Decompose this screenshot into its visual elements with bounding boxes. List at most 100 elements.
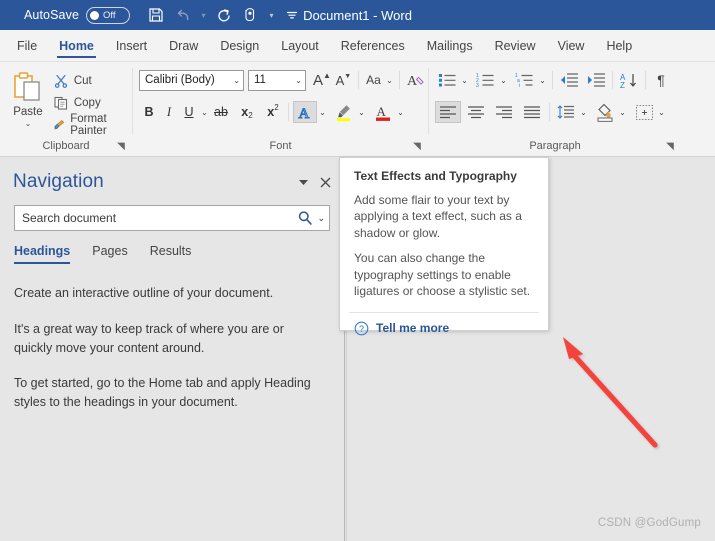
svg-text:3: 3 — [476, 83, 479, 88]
toolbar-divider — [357, 71, 359, 89]
font-color-button[interactable]: A — [371, 101, 395, 123]
italic-button[interactable]: I — [159, 101, 179, 123]
text-effects-button[interactable]: A — [293, 101, 317, 123]
text-effects-caret[interactable]: ⌄ — [317, 108, 328, 117]
tab-draw[interactable]: Draw — [158, 30, 209, 61]
tell-me-more-link[interactable]: ? Tell me more — [354, 321, 534, 336]
shading-caret[interactable]: ⌄ — [617, 108, 628, 117]
copy-button[interactable]: Copy — [50, 93, 132, 113]
touch-mode-icon[interactable] — [239, 3, 263, 27]
align-right-button[interactable] — [491, 101, 517, 123]
text-highlight-caret[interactable]: ⌄ — [356, 108, 367, 117]
align-left-button[interactable] — [435, 101, 461, 123]
underline-caret[interactable]: ⌄ — [199, 108, 210, 117]
clipboard-dialog-launcher[interactable]: ◥ — [115, 141, 127, 153]
increase-indent-button[interactable] — [584, 69, 608, 91]
decrease-indent-button[interactable] — [557, 69, 581, 91]
sort-button[interactable]: A Z — [617, 69, 641, 91]
borders-button[interactable] — [632, 101, 656, 123]
nav-tab-results[interactable]: Results — [150, 244, 192, 264]
tab-home[interactable]: Home — [48, 30, 105, 61]
tab-references[interactable]: References — [330, 30, 416, 61]
undo-icon[interactable] — [171, 3, 195, 27]
shading-button[interactable] — [593, 101, 617, 123]
tab-layout[interactable]: Layout — [270, 30, 330, 61]
search-document-field[interactable]: Search document ⌄ — [14, 205, 330, 231]
tab-mailings[interactable]: Mailings — [416, 30, 484, 61]
bullets-caret[interactable]: ⌄ — [459, 76, 470, 85]
nav-tab-pages[interactable]: Pages — [92, 244, 127, 264]
red-arrow-annotation — [552, 328, 672, 453]
save-icon[interactable] — [144, 3, 168, 27]
font-color-caret[interactable]: ⌄ — [395, 108, 406, 117]
change-case-caret[interactable]: ⌄ — [384, 76, 395, 85]
copy-icon — [54, 96, 67, 110]
chevron-down-icon[interactable]: ⌄ — [233, 76, 240, 85]
line-spacing-caret[interactable]: ⌄ — [578, 108, 589, 117]
superscript-button[interactable]: x2 — [262, 101, 284, 123]
clear-formatting-button[interactable]: A — [404, 69, 428, 91]
underline-button[interactable]: U — [179, 101, 199, 123]
tooltip-paragraph-2: You can also change the typography setti… — [354, 251, 531, 299]
borders-caret[interactable]: ⌄ — [656, 108, 667, 117]
numbering-caret[interactable]: ⌄ — [498, 76, 509, 85]
nav-tab-headings[interactable]: Headings — [14, 244, 71, 264]
paintbrush-icon — [54, 120, 65, 130]
search-options-caret[interactable]: ⌄ — [317, 213, 325, 224]
shrink-font-button[interactable]: A ▼ — [333, 69, 354, 91]
tab-file[interactable]: File — [6, 30, 48, 61]
paragraph-dialog-launcher[interactable]: ◥ — [664, 141, 676, 153]
ribbon-group-clipboard: Paste ⌄ Cut Copy Format Painter Clipboar… — [0, 62, 132, 157]
title-bar: Document1 - Word AutoSave Off ▾ ▾ — [0, 0, 715, 30]
line-spacing-button[interactable] — [554, 101, 578, 123]
cut-label: Cut — [73, 75, 92, 87]
ribbon-tabs: File Home Insert Draw Design Layout Refe… — [0, 30, 715, 62]
nav-paragraph-1: Create an interactive outline of your do… — [14, 286, 274, 300]
bold-button[interactable]: B — [139, 101, 159, 123]
show-formatting-marks-button[interactable]: ¶ — [650, 69, 672, 91]
text-highlight-color-button[interactable] — [332, 101, 356, 123]
multilevel-list-button[interactable]: 1 a i — [513, 69, 537, 91]
cut-button[interactable]: Cut — [50, 71, 132, 91]
format-painter-button[interactable]: Format Painter — [50, 113, 132, 137]
paste-dropdown-caret[interactable]: ⌄ — [25, 119, 32, 128]
touch-mode-dropdown-caret[interactable]: ▾ — [266, 11, 277, 20]
bullets-button[interactable] — [435, 69, 459, 91]
scissors-icon — [54, 74, 67, 88]
tab-design[interactable]: Design — [209, 30, 270, 61]
grow-font-button[interactable]: A ▲ — [311, 69, 333, 91]
font-name-combobox[interactable]: Calibri (Body) ⌄ — [139, 69, 244, 91]
tab-review[interactable]: Review — [484, 30, 547, 61]
autosave-toggle[interactable]: Off — [86, 6, 131, 24]
toolbar-divider — [645, 71, 646, 89]
customize-qat-icon[interactable] — [280, 3, 304, 27]
chevron-down-icon[interactable]: ⌄ — [295, 76, 302, 85]
paste-label: Paste — [13, 106, 43, 118]
align-center-button[interactable] — [463, 101, 489, 123]
justify-button[interactable] — [519, 101, 545, 123]
text-effects-tooltip: Text Effects and Typography Add some fla… — [339, 157, 549, 335]
autosave-label: AutoSave — [24, 8, 80, 22]
tab-help[interactable]: Help — [595, 30, 643, 61]
font-size-combobox[interactable]: 11 ⌄ — [248, 69, 306, 91]
font-dialog-launcher[interactable]: ◥ — [411, 141, 423, 153]
paste-button[interactable]: Paste ⌄ — [8, 66, 48, 128]
subscript-button[interactable]: x2 — [236, 101, 258, 123]
pane-options-icon[interactable] — [292, 171, 314, 193]
change-case-button[interactable]: Aa — [363, 69, 384, 91]
tab-view[interactable]: View — [547, 30, 596, 61]
format-painter-label: Format Painter — [70, 113, 107, 137]
autosave-knob — [90, 10, 100, 20]
redo-icon[interactable] — [212, 3, 236, 27]
paste-icon — [14, 72, 40, 101]
search-icon[interactable] — [297, 210, 313, 226]
tab-insert[interactable]: Insert — [105, 30, 158, 61]
numbering-button[interactable]: 1 2 3 — [474, 69, 498, 91]
search-placeholder: Search document — [22, 211, 117, 225]
navigation-title: Navigation — [13, 171, 104, 192]
strikethrough-button[interactable]: ab — [210, 101, 232, 123]
tooltip-paragraph-1: Add some flair to your text by applying … — [354, 193, 522, 240]
multilevel-caret[interactable]: ⌄ — [537, 76, 548, 85]
undo-dropdown-caret[interactable]: ▾ — [198, 11, 209, 20]
close-icon[interactable] — [314, 171, 336, 193]
